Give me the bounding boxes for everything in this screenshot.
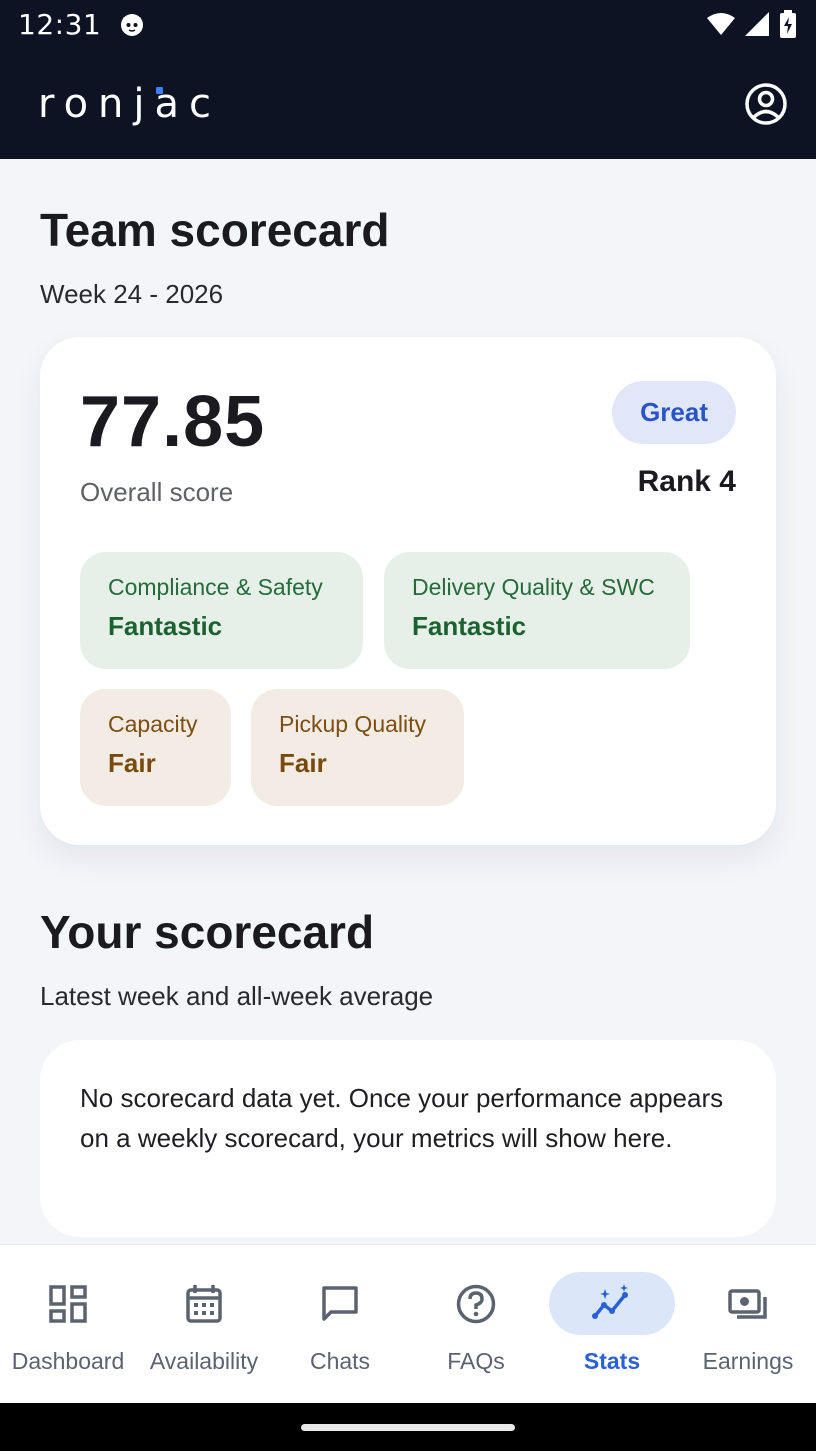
app-bar: ronjac	[0, 48, 816, 159]
logo-text: ronjac	[38, 80, 222, 127]
rating-badge: Great	[612, 381, 736, 444]
nav-label: Earnings	[702, 1348, 794, 1374]
team-scorecard-title: Team scorecard	[40, 204, 390, 256]
status-bar: 12:31	[0, 0, 816, 48]
nav-label: Dashboard	[11, 1348, 125, 1374]
metric-value: Fantastic	[412, 611, 527, 641]
logo-dot	[156, 86, 163, 94]
calendar-icon	[186, 1285, 222, 1323]
nav-chats[interactable]: Chats	[272, 1245, 408, 1404]
metric-chip-delivery-quality: Delivery Quality & SWC Fantastic	[384, 552, 690, 669]
nav-label: FAQs	[447, 1348, 505, 1374]
nav-stats[interactable]: Stats	[544, 1245, 680, 1404]
brand-logo[interactable]: ronjac	[38, 81, 221, 127]
team-score-card: 77.85 Overall score Great Rank 4 Complia…	[40, 337, 776, 845]
your-scorecard-subtitle: Latest week and all-week average	[40, 981, 434, 1011]
metric-chip-capacity: Capacity Fair	[80, 689, 231, 806]
insights-icon	[592, 1284, 628, 1319]
metric-chip-compliance: Compliance & Safety Fantastic	[80, 552, 363, 669]
help-icon	[456, 1284, 496, 1324]
team-rank: Rank 4	[637, 465, 736, 498]
notification-cat-icon	[121, 14, 144, 36]
nav-dashboard[interactable]: Dashboard	[0, 1245, 136, 1404]
metric-value: Fantastic	[108, 611, 223, 641]
metric-label: Delivery Quality & SWC	[412, 574, 655, 600]
chat-icon	[322, 1286, 358, 1321]
metric-value: Fair	[279, 748, 327, 778]
overall-score-value: 77.85	[80, 382, 266, 462]
payments-icon	[728, 1289, 767, 1319]
scroll-content[interactable]: Team scorecard Week 24 - 2026 77.85 Over…	[0, 159, 816, 1244]
battery-icon	[780, 10, 796, 38]
wifi-icon	[707, 13, 735, 35]
nav-faqs[interactable]: FAQs	[408, 1245, 544, 1404]
nav-label: Chats	[309, 1348, 371, 1374]
team-scorecard-week: Week 24 - 2026	[40, 279, 224, 309]
metric-chip-pickup-quality: Pickup Quality Fair	[251, 689, 464, 806]
metric-value: Fair	[108, 748, 156, 778]
metric-label: Compliance & Safety	[108, 574, 323, 600]
empty-state-message: No scorecard data yet. Once your perform…	[80, 1083, 724, 1153]
dashboard-icon	[49, 1285, 87, 1323]
nav-earnings[interactable]: Earnings	[680, 1245, 816, 1404]
nav-label: Availability	[149, 1348, 259, 1374]
system-gesture-bar	[0, 1403, 816, 1451]
metric-label: Capacity	[108, 711, 198, 737]
nav-label: Stats	[583, 1348, 641, 1374]
nav-availability[interactable]: Availability	[136, 1245, 272, 1404]
home-gesture-handle[interactable]	[301, 1424, 515, 1431]
your-scorecard-title: Your scorecard	[40, 906, 375, 958]
your-scorecard-card: No scorecard data yet. Once your perform…	[40, 1040, 776, 1237]
metric-label: Pickup Quality	[279, 711, 427, 737]
account-icon[interactable]	[744, 82, 788, 126]
overall-score-label: Overall score	[80, 477, 234, 507]
signal-icon	[745, 12, 769, 36]
bottom-navigation: Dashboard Availability Chats FAQs Stats …	[0, 1244, 816, 1403]
status-time: 12:31	[18, 7, 102, 41]
